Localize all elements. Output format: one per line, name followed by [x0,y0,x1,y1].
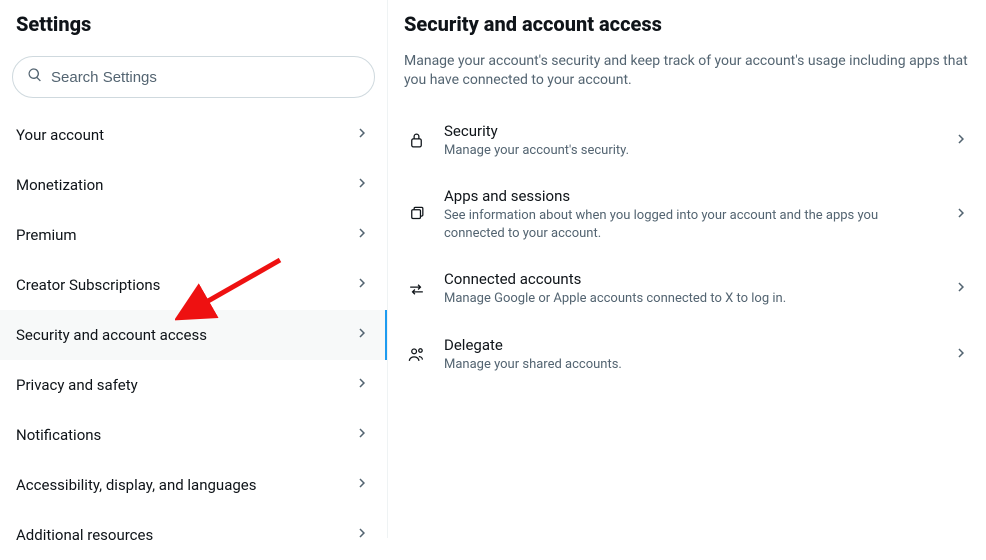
main-item-title: Apps and sessions [444,187,936,205]
sidebar-item-your-account[interactable]: Your account [0,110,387,160]
sidebar-item-monetization[interactable]: Monetization [0,160,387,210]
sidebar-list: Your account Monetization Premium Creato… [0,110,387,560]
main-item-body: Delegate Manage your shared accounts. [444,336,936,374]
chevron-right-icon [952,130,970,152]
search-wrap [0,50,387,110]
settings-sidebar: Settings Your account Monetization Premi… [0,0,388,538]
chevron-right-icon [353,174,371,196]
chevron-right-icon [353,524,371,546]
lock-icon [404,131,428,150]
main-title: Security and account access [388,0,986,42]
chevron-right-icon [353,224,371,246]
chevron-right-icon [952,344,970,366]
apps-icon [404,205,428,224]
sidebar-item-label: Additional resources [16,526,153,544]
main-item-connected-accounts[interactable]: Connected accounts Manage Google or Appl… [388,256,986,322]
swap-icon [404,280,428,299]
main-item-title: Security [444,122,936,140]
main-subtitle: Manage your account's security and keep … [388,42,986,108]
main-item-title: Delegate [444,336,936,354]
main-panel: Security and account access Manage your … [388,0,986,538]
sidebar-item-privacy-and-safety[interactable]: Privacy and safety [0,360,387,410]
sidebar-item-label: Privacy and safety [16,376,138,394]
main-item-apps-sessions[interactable]: Apps and sessions See information about … [388,173,986,256]
chevron-right-icon [353,274,371,296]
main-item-desc: Manage your shared accounts. [444,356,936,374]
chevron-right-icon [353,424,371,446]
page-title: Settings [0,0,387,50]
main-item-body: Apps and sessions See information about … [444,187,936,242]
search-icon [27,67,43,87]
main-item-desc: Manage your account's security. [444,142,936,160]
chevron-right-icon [353,374,371,396]
sidebar-item-label: Monetization [16,176,103,194]
sidebar-item-notifications[interactable]: Notifications [0,410,387,460]
sidebar-item-creator-subscriptions[interactable]: Creator Subscriptions [0,260,387,310]
chevron-right-icon [353,474,371,496]
main-item-desc: See information about when you logged in… [444,207,936,242]
main-item-body: Security Manage your account's security. [444,122,936,160]
chevron-right-icon [952,278,970,300]
sidebar-item-label: Creator Subscriptions [16,276,160,294]
main-item-delegate[interactable]: Delegate Manage your shared accounts. [388,322,986,388]
main-item-body: Connected accounts Manage Google or Appl… [444,270,936,308]
chevron-right-icon [952,204,970,226]
sidebar-item-additional-resources[interactable]: Additional resources [0,510,387,560]
main-item-title: Connected accounts [444,270,936,288]
sidebar-item-label: Security and account access [16,326,207,344]
sidebar-item-label: Premium [16,226,77,244]
sidebar-item-label: Accessibility, display, and languages [16,476,256,494]
sidebar-item-label: Your account [16,126,104,144]
sidebar-item-label: Notifications [16,426,101,444]
main-item-desc: Manage Google or Apple accounts connecte… [444,290,936,308]
chevron-right-icon [353,324,371,346]
sidebar-item-accessibility-display-languages[interactable]: Accessibility, display, and languages [0,460,387,510]
sidebar-item-premium[interactable]: Premium [0,210,387,260]
main-item-security[interactable]: Security Manage your account's security. [388,108,986,174]
search-input[interactable] [51,69,360,86]
sidebar-item-security-and-account-access[interactable]: Security and account access [0,310,387,360]
search-box[interactable] [12,56,375,98]
people-icon [404,345,428,364]
main-list: Security Manage your account's security.… [388,108,986,388]
chevron-right-icon [353,124,371,146]
